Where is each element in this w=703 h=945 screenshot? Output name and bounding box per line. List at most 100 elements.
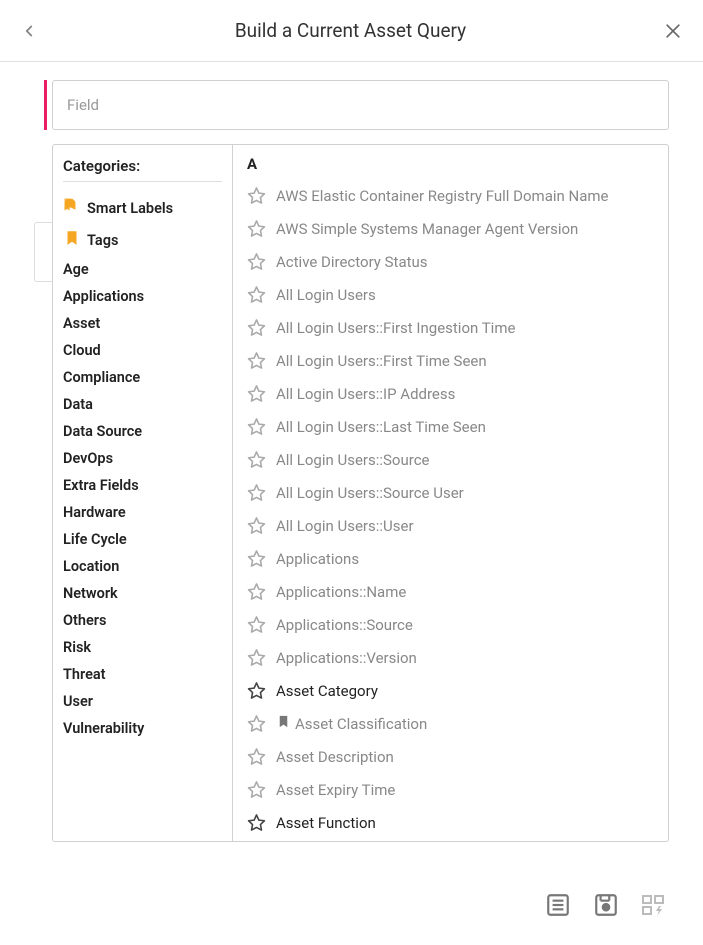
field-item[interactable]: Active Directory Status [247, 245, 656, 278]
field-label: Applications::Version [276, 649, 417, 667]
category-item[interactable]: Others [63, 607, 222, 634]
category-item[interactable]: Vulnerability [63, 715, 222, 742]
field-item[interactable]: All Login Users::IP Address [247, 377, 656, 410]
category-item[interactable]: Network [63, 580, 222, 607]
category-label: Compliance [63, 369, 140, 386]
section-letter: A [247, 155, 656, 173]
field-item[interactable]: All Login Users::Last Time Seen [247, 410, 656, 443]
field-dropdown-panel: Categories: Smart Labels Tags Age Applica… [52, 144, 669, 842]
field-label: All Login Users::IP Address [276, 385, 455, 403]
star-icon[interactable] [247, 186, 266, 205]
field-item[interactable]: Asset Classification [247, 707, 656, 740]
category-label: Others [63, 612, 106, 629]
field-item[interactable]: Asset Description [247, 740, 656, 773]
star-icon[interactable] [247, 318, 266, 337]
bookmark-icon [276, 714, 291, 729]
field-item[interactable]: Asset Category [247, 674, 656, 707]
close-icon[interactable] [663, 21, 683, 41]
field-item[interactable]: Applications::Name [247, 575, 656, 608]
side-panel-hint [34, 222, 52, 282]
field-label: Applications::Name [276, 583, 406, 601]
category-item[interactable]: Data Source [63, 418, 222, 445]
category-item[interactable]: Cloud [63, 337, 222, 364]
category-item[interactable]: Life Cycle [63, 526, 222, 553]
category-item[interactable]: DevOps [63, 445, 222, 472]
field-item[interactable]: Asset Expiry Time [247, 773, 656, 806]
star-icon[interactable] [247, 714, 266, 733]
star-icon[interactable] [247, 681, 266, 700]
field-item[interactable]: Applications [247, 542, 656, 575]
dialog-header: Build a Current Asset Query [0, 0, 703, 62]
quick-action-icon[interactable] [641, 892, 669, 918]
field-item[interactable]: All Login Users::First Time Seen [247, 344, 656, 377]
category-smart-labels[interactable]: Smart Labels [63, 192, 222, 224]
field-item[interactable]: Asset Function [247, 806, 656, 839]
field-item[interactable]: All Login Users::Source User [247, 476, 656, 509]
field-search-input[interactable]: Field [52, 80, 669, 130]
category-item[interactable]: User [63, 688, 222, 715]
field-item[interactable]: All Login Users::Source [247, 443, 656, 476]
field-label: Asset Function [276, 814, 376, 832]
field-label: Applications::Source [276, 616, 413, 634]
category-label: Tags [87, 232, 118, 249]
star-icon[interactable] [247, 516, 266, 535]
category-label: Applications [63, 288, 144, 305]
dialog-title: Build a Current Asset Query [38, 19, 663, 42]
category-label: Network [63, 585, 118, 602]
star-icon[interactable] [247, 747, 266, 766]
category-label: Cloud [63, 342, 101, 359]
field-label: Active Directory Status [276, 253, 428, 271]
categories-heading: Categories: [63, 157, 222, 175]
field-item[interactable]: Applications::Version [247, 641, 656, 674]
field-label: All Login Users::First Time Seen [276, 352, 487, 370]
field-item[interactable]: AWS Simple Systems Manager Agent Version [247, 212, 656, 245]
categories-column: Categories: Smart Labels Tags Age Applica… [53, 145, 233, 841]
field-label: Applications [276, 550, 359, 568]
category-item[interactable]: Asset [63, 310, 222, 337]
star-icon[interactable] [247, 219, 266, 238]
star-icon[interactable] [247, 549, 266, 568]
category-item[interactable]: Age [63, 256, 222, 283]
star-icon[interactable] [247, 648, 266, 667]
category-item[interactable]: Data [63, 391, 222, 418]
star-icon[interactable] [247, 615, 266, 634]
category-item[interactable]: Location [63, 553, 222, 580]
field-label: All Login Users::Source [276, 451, 430, 469]
category-tags[interactable]: Tags [63, 224, 222, 256]
star-icon[interactable] [247, 417, 266, 436]
star-icon[interactable] [247, 483, 266, 502]
star-icon[interactable] [247, 813, 266, 832]
category-label: Asset [63, 315, 100, 332]
save-icon[interactable] [593, 892, 619, 918]
smart-labels-icon [63, 197, 81, 219]
field-item[interactable]: AWS Elastic Container Registry Full Doma… [247, 179, 656, 212]
star-icon[interactable] [247, 582, 266, 601]
star-icon[interactable] [247, 384, 266, 403]
category-label: Extra Fields [63, 477, 139, 494]
star-icon[interactable] [247, 285, 266, 304]
back-icon[interactable] [20, 22, 38, 40]
fields-column: A AWS Elastic Container Registry Full Do… [233, 145, 668, 841]
star-icon[interactable] [247, 252, 266, 271]
category-label: Age [63, 261, 89, 278]
field-item[interactable]: Applications::Source [247, 608, 656, 641]
star-icon[interactable] [247, 351, 266, 370]
field-label: Asset Description [276, 748, 394, 766]
field-label: AWS Elastic Container Registry Full Doma… [276, 187, 608, 205]
category-item[interactable]: Applications [63, 283, 222, 310]
accent-bar [44, 80, 47, 130]
field-label: All Login Users::First Ingestion Time [276, 319, 515, 337]
category-item[interactable]: Hardware [63, 499, 222, 526]
star-icon[interactable] [247, 780, 266, 799]
category-item[interactable]: Compliance [63, 364, 222, 391]
list-icon[interactable] [545, 892, 571, 918]
field-label: Asset Expiry Time [276, 781, 395, 799]
field-item[interactable]: All Login Users::First Ingestion Time [247, 311, 656, 344]
category-item[interactable]: Threat [63, 661, 222, 688]
categories-divider [63, 181, 222, 182]
star-icon[interactable] [247, 450, 266, 469]
field-item[interactable]: All Login Users::User [247, 509, 656, 542]
category-item[interactable]: Extra Fields [63, 472, 222, 499]
category-item[interactable]: Risk [63, 634, 222, 661]
field-item[interactable]: All Login Users [247, 278, 656, 311]
